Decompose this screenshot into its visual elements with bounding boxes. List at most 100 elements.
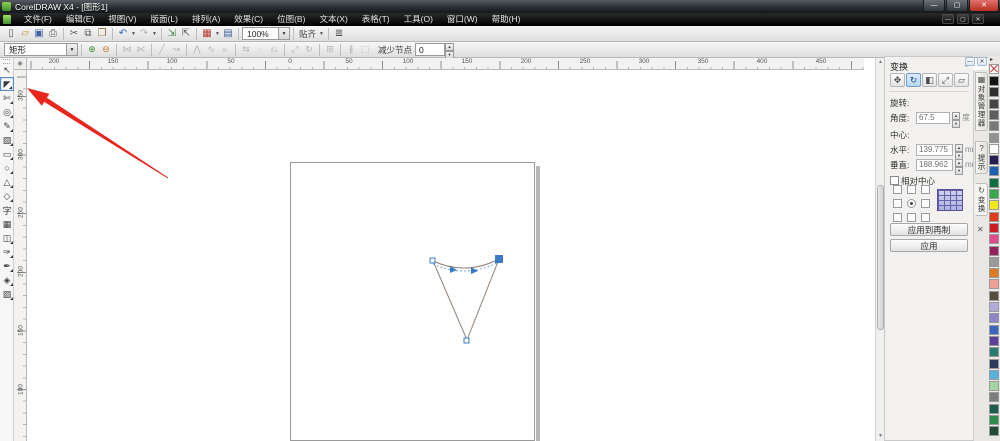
snap-to-button[interactable]: 贴齐 ▼	[297, 28, 325, 40]
color-swatch[interactable]	[989, 302, 999, 312]
add-node-icon[interactable]: ⊕	[85, 43, 99, 57]
menu-item-9[interactable]: 工具(O)	[397, 13, 440, 26]
anchor-cell-0[interactable]	[893, 185, 902, 194]
drawing-canvas[interactable]	[27, 70, 875, 441]
color-swatch[interactable]	[989, 256, 999, 267]
cut-icon[interactable]: ✂	[67, 27, 81, 41]
color-swatch[interactable]	[989, 426, 999, 437]
stretch-nodes-icon[interactable]: ⤢	[288, 43, 302, 57]
doc-close-button[interactable]: ✕	[972, 14, 984, 24]
menu-item-0[interactable]: 文件(F)	[17, 13, 59, 26]
print-icon[interactable]: ⎙	[46, 27, 60, 41]
reduce-nodes-stepper[interactable]: ▲ ▼	[445, 43, 455, 59]
app-launcher-icon[interactable]: ▦	[200, 27, 214, 41]
color-swatch[interactable]	[989, 222, 999, 233]
color-swatch[interactable]	[989, 132, 999, 143]
transform-docker-tab[interactable]: ↻ 变换	[975, 183, 988, 216]
color-swatch[interactable]	[989, 245, 999, 256]
color-swatch[interactable]	[989, 200, 999, 211]
delete-node-icon[interactable]: ⊖	[99, 43, 113, 57]
color-swatch[interactable]	[989, 347, 999, 358]
transform-skew-tab[interactable]: ▱	[954, 73, 969, 87]
page[interactable]	[290, 162, 535, 441]
close-button[interactable]: ✕	[969, 0, 999, 12]
hints-docker-tab[interactable]: ? 提示	[975, 141, 988, 174]
extract-subpath-icon[interactable]: ⎌	[267, 43, 281, 57]
outline-tool[interactable]: ✒	[0, 259, 14, 273]
transform-position-tab[interactable]: ✥	[890, 73, 905, 87]
break-curve-icon[interactable]: ⋉	[134, 43, 148, 57]
ellipse-tool[interactable]: ○	[0, 161, 14, 175]
rectangle-tool[interactable]: ▭	[0, 147, 14, 161]
open-icon[interactable]: ▱	[18, 27, 32, 41]
color-swatch[interactable]	[989, 335, 999, 346]
convert-to-line-icon[interactable]: ╱	[155, 43, 169, 57]
chevron-down-icon[interactable]: ▼	[214, 31, 221, 37]
menu-item-11[interactable]: 帮助(H)	[485, 13, 528, 26]
color-swatch[interactable]	[989, 98, 999, 109]
color-swatch[interactable]	[989, 392, 999, 403]
pick-tool[interactable]: ↖	[0, 63, 14, 77]
fill-tool[interactable]: ◈	[0, 273, 14, 287]
color-swatch[interactable]	[989, 87, 999, 98]
color-swatch[interactable]	[989, 211, 999, 222]
color-swatch[interactable]	[989, 279, 999, 290]
transform-scale-mirror-tab[interactable]: ◧	[922, 73, 937, 87]
color-swatch[interactable]	[989, 324, 999, 335]
color-swatch[interactable]	[989, 166, 999, 177]
reduce-nodes-input[interactable]: 0	[415, 43, 446, 56]
docker-strip-close-icon[interactable]: ✕	[977, 225, 984, 234]
apply-to-duplicate-button[interactable]: 应用到再制	[890, 223, 968, 236]
vertical-scrollbar[interactable]: ▲ ▼	[875, 58, 884, 441]
color-swatch[interactable]	[989, 155, 999, 166]
align-nodes-icon[interactable]: ⊞	[323, 43, 337, 57]
menu-item-1[interactable]: 编辑(E)	[59, 13, 101, 26]
menu-item-3[interactable]: 版面(L)	[144, 13, 185, 26]
save-icon[interactable]: ▣	[32, 27, 46, 41]
object-manager-docker-tab[interactable]: ▦ 对象管理器	[975, 72, 988, 131]
angle-input[interactable]	[916, 111, 950, 124]
center-horizontal-input[interactable]	[916, 143, 953, 156]
anchor-cell-5[interactable]	[921, 199, 930, 208]
horizontal-ruler[interactable]: 200 150 100 50 0 50 100 150 200 250 300 350 400 450	[27, 58, 864, 70]
smooth-node-icon[interactable]: ∿	[204, 43, 218, 57]
transform-rotate-tab[interactable]: ↻	[906, 73, 921, 87]
symmetrical-node-icon[interactable]: ≈	[218, 43, 232, 57]
menu-item-2[interactable]: 视图(V)	[101, 13, 143, 26]
options-icon[interactable]: ≣	[332, 27, 346, 41]
color-swatch[interactable]	[989, 234, 999, 245]
chevron-down-icon[interactable]: ▼	[130, 31, 137, 37]
polygon-tool[interactable]: △	[0, 175, 14, 189]
redo-icon[interactable]: ↷	[137, 27, 151, 41]
anchor-cell-7[interactable]	[907, 213, 916, 222]
color-swatch[interactable]	[989, 143, 999, 154]
vertical-stepper[interactable]: ▲ ▼	[955, 158, 963, 175]
color-swatch[interactable]	[989, 313, 999, 324]
welcome-screen-icon[interactable]: ▤	[221, 27, 235, 41]
anchor-cell-8[interactable]	[921, 213, 930, 222]
close-curve-icon[interactable]: ◌	[253, 43, 267, 57]
color-swatch[interactable]	[989, 76, 999, 86]
menu-item-4[interactable]: 排列(A)	[185, 13, 227, 26]
angle-stepper[interactable]: ▲ ▼	[952, 111, 960, 128]
reverse-direction-icon[interactable]: ⇆	[239, 43, 253, 57]
color-swatch[interactable]	[989, 177, 999, 188]
zoom-level-combo[interactable]: 100% ▼	[242, 27, 290, 40]
center-vertical-input[interactable]	[916, 158, 953, 171]
zoom-tool[interactable]: ◎	[0, 105, 14, 119]
convert-to-curve-icon[interactable]: ↝	[169, 43, 183, 57]
docker-minimize-button[interactable]: —	[965, 57, 975, 66]
undo-icon[interactable]: ↶	[116, 27, 130, 41]
anchor-cell-1[interactable]	[907, 185, 916, 194]
chevron-down-icon[interactable]: ▼	[66, 44, 77, 55]
no-color-swatch[interactable]	[989, 64, 999, 74]
color-swatch[interactable]	[989, 290, 999, 301]
preset-list-combo[interactable]: 矩形 ▼	[4, 43, 78, 56]
anchor-cell-6[interactable]	[893, 213, 902, 222]
select-all-nodes-icon[interactable]: ⬚	[358, 43, 372, 57]
basic-shapes-tool[interactable]: ◇	[0, 189, 14, 203]
maximize-button[interactable]: ▢	[946, 0, 968, 12]
minimize-button[interactable]: —	[923, 0, 945, 12]
palette-flyout-icon[interactable]: ▸	[990, 56, 993, 63]
anchor-cell-2[interactable]	[921, 185, 930, 194]
